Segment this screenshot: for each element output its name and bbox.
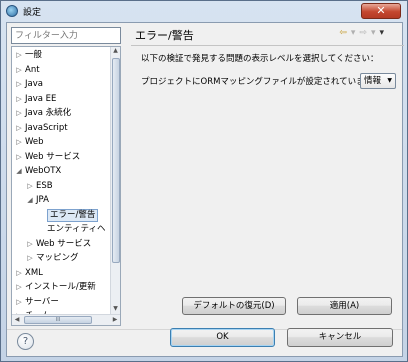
restore-defaults-button[interactable]: デフォルトの復元(D) xyxy=(182,297,286,315)
header-divider xyxy=(131,45,404,46)
tree-item-label: インストール/更新 xyxy=(25,282,96,292)
scroll-up-arrow-icon[interactable]: ▲ xyxy=(111,47,120,57)
collapsed-arrow-icon[interactable]: ▷ xyxy=(15,77,23,91)
tree-item-label: 一般 xyxy=(25,50,43,60)
tree-item[interactable]: ▷ Java xyxy=(12,77,112,92)
collapsed-arrow-icon[interactable]: ▷ xyxy=(15,106,23,120)
tree-item[interactable]: エンティティヘ xyxy=(12,222,112,237)
collapsed-arrow-icon[interactable]: ▷ xyxy=(26,237,34,251)
window-title: 設定 xyxy=(23,7,42,18)
collapsed-arrow-icon[interactable]: ▷ xyxy=(15,266,23,280)
page-navigation: ⇦ ▾ ⇨ ▾ ▾ xyxy=(339,28,384,38)
back-arrow-icon[interactable]: ⇦ xyxy=(339,28,347,38)
close-button[interactable]: ✕ xyxy=(361,3,401,19)
orm-mapping-setting-label: プロジェクトにORMマッピングファイルが設定されていません： xyxy=(141,77,390,87)
tree-item[interactable]: ◢ JPA xyxy=(12,193,112,208)
tree-item-label: Java EE xyxy=(25,93,57,104)
tree-vertical-scrollbar[interactable]: ▲ ▼ xyxy=(110,47,120,315)
dropdown-arrow-icon: ▼ xyxy=(387,77,392,84)
collapsed-arrow-icon[interactable]: ▷ xyxy=(15,92,23,106)
help-icon[interactable]: ? xyxy=(17,333,34,350)
tree-item[interactable]: ▷ XML xyxy=(12,266,112,281)
tree-item[interactable]: ◢ WebOTX xyxy=(12,164,112,179)
tree-item[interactable]: エラー/警告 xyxy=(12,208,112,223)
forward-menu-chevron-icon[interactable]: ▾ xyxy=(371,28,376,38)
tree-item-label: WebOTX xyxy=(25,166,62,176)
section-description: 以下の検証で発見する問題の表示レベルを選択してください： xyxy=(141,54,379,64)
expanded-arrow-icon[interactable]: ◢ xyxy=(26,193,34,207)
tree-horizontal-scrollbar[interactable]: ◀ III ▶ xyxy=(12,314,120,325)
scroll-thumb[interactable] xyxy=(112,58,120,263)
collapsed-arrow-icon[interactable]: ▷ xyxy=(15,63,23,77)
collapsed-arrow-icon[interactable]: ▷ xyxy=(15,48,23,62)
tree-item-label: Web xyxy=(25,137,44,147)
scroll-left-arrow-icon[interactable]: ◀ xyxy=(12,315,22,325)
ok-button[interactable]: OK xyxy=(170,328,275,347)
tree-item[interactable]: ▷ Ant xyxy=(12,63,112,78)
tree-item[interactable]: ▷ 一般 xyxy=(12,48,112,63)
scroll-thumb-horizontal[interactable]: III xyxy=(24,316,92,324)
tree-item-label: サーバー xyxy=(25,296,59,307)
collapsed-arrow-icon[interactable]: ▷ xyxy=(15,135,23,149)
forward-arrow-icon[interactable]: ⇨ xyxy=(359,28,367,38)
tree-item-label: Web サービス xyxy=(25,151,81,162)
tree-item[interactable]: ▷ Web xyxy=(12,135,112,150)
tree-item-label: ESB xyxy=(36,180,53,191)
tree-item[interactable]: ▷ JavaScript xyxy=(12,121,112,136)
cancel-button[interactable]: キャンセル xyxy=(287,328,393,347)
tree-item-label: Java xyxy=(25,79,43,89)
tree-item-label: Web サービス xyxy=(36,238,92,249)
back-menu-chevron-icon[interactable]: ▾ xyxy=(351,28,356,38)
preference-tree: ▷ 一般 ▷ Ant ▷ Java ▷ Java EE ▷ Java 永続化 ▷ JavaScript… xyxy=(11,46,121,326)
title-bar[interactable]: 設定 ✕ xyxy=(1,1,407,21)
collapsed-arrow-icon[interactable]: ▷ xyxy=(15,121,23,135)
tree-item-label: JPA xyxy=(36,195,49,205)
page-title: エラー/警告 xyxy=(135,29,194,42)
dialog-body: ▷一般▷Ant▷Java▷Java EE▷Java 永続化▷JavaScript… xyxy=(6,22,404,357)
tree-item-label: Java 永続化 xyxy=(25,108,72,118)
collapsed-arrow-icon[interactable]: ▷ xyxy=(15,280,23,294)
collapsed-arrow-icon[interactable]: ▷ xyxy=(26,251,34,265)
collapsed-arrow-icon[interactable]: ▷ xyxy=(15,295,23,309)
tree-item-label: エラー/警告 xyxy=(47,208,99,222)
view-menu-chevron-icon[interactable]: ▾ xyxy=(379,28,384,38)
collapsed-arrow-icon[interactable]: ▷ xyxy=(26,179,34,193)
collapsed-arrow-icon[interactable]: ▷ xyxy=(15,150,23,164)
app-icon xyxy=(6,5,18,17)
tree-item[interactable]: ▷ Web サービス xyxy=(12,237,112,252)
expanded-arrow-icon[interactable]: ◢ xyxy=(15,164,23,178)
tree-item[interactable]: ▷ Java 永続化 xyxy=(12,106,112,121)
tree-item-label: JavaScript xyxy=(25,122,68,133)
tree-item-label: Ant xyxy=(25,64,40,75)
tree-item[interactable]: ▷ マッピング xyxy=(12,251,112,266)
tree-item-label: マッピング xyxy=(36,253,79,263)
filter-input[interactable] xyxy=(11,27,121,44)
tree-item-label: XML xyxy=(25,267,43,278)
tree-item[interactable]: ▷ サーバー xyxy=(12,295,112,310)
severity-select[interactable]: 情報 ▼ xyxy=(360,73,396,89)
tree-item-label: エンティティヘ xyxy=(47,224,106,234)
tree-item[interactable]: ▷ インストール/更新 xyxy=(12,280,112,295)
tree-item[interactable]: ▷ ESB xyxy=(12,179,112,194)
severity-select-value: 情報 xyxy=(364,76,382,86)
tree-list: ▷ 一般 ▷ Ant ▷ Java ▷ Java EE ▷ Java 永続化 ▷ JavaScript… xyxy=(12,48,112,325)
tree-item[interactable]: ▷ Web サービス xyxy=(12,150,112,165)
tree-item[interactable]: ▷ Java EE xyxy=(12,92,112,107)
apply-button[interactable]: 適用(A) xyxy=(297,297,392,315)
preferences-dialog: 設定 ✕ ▷一般▷Ant▷Java▷Java EE▷Java 永続化▷JavaS… xyxy=(0,0,408,362)
scroll-right-arrow-icon[interactable]: ▶ xyxy=(110,315,120,325)
